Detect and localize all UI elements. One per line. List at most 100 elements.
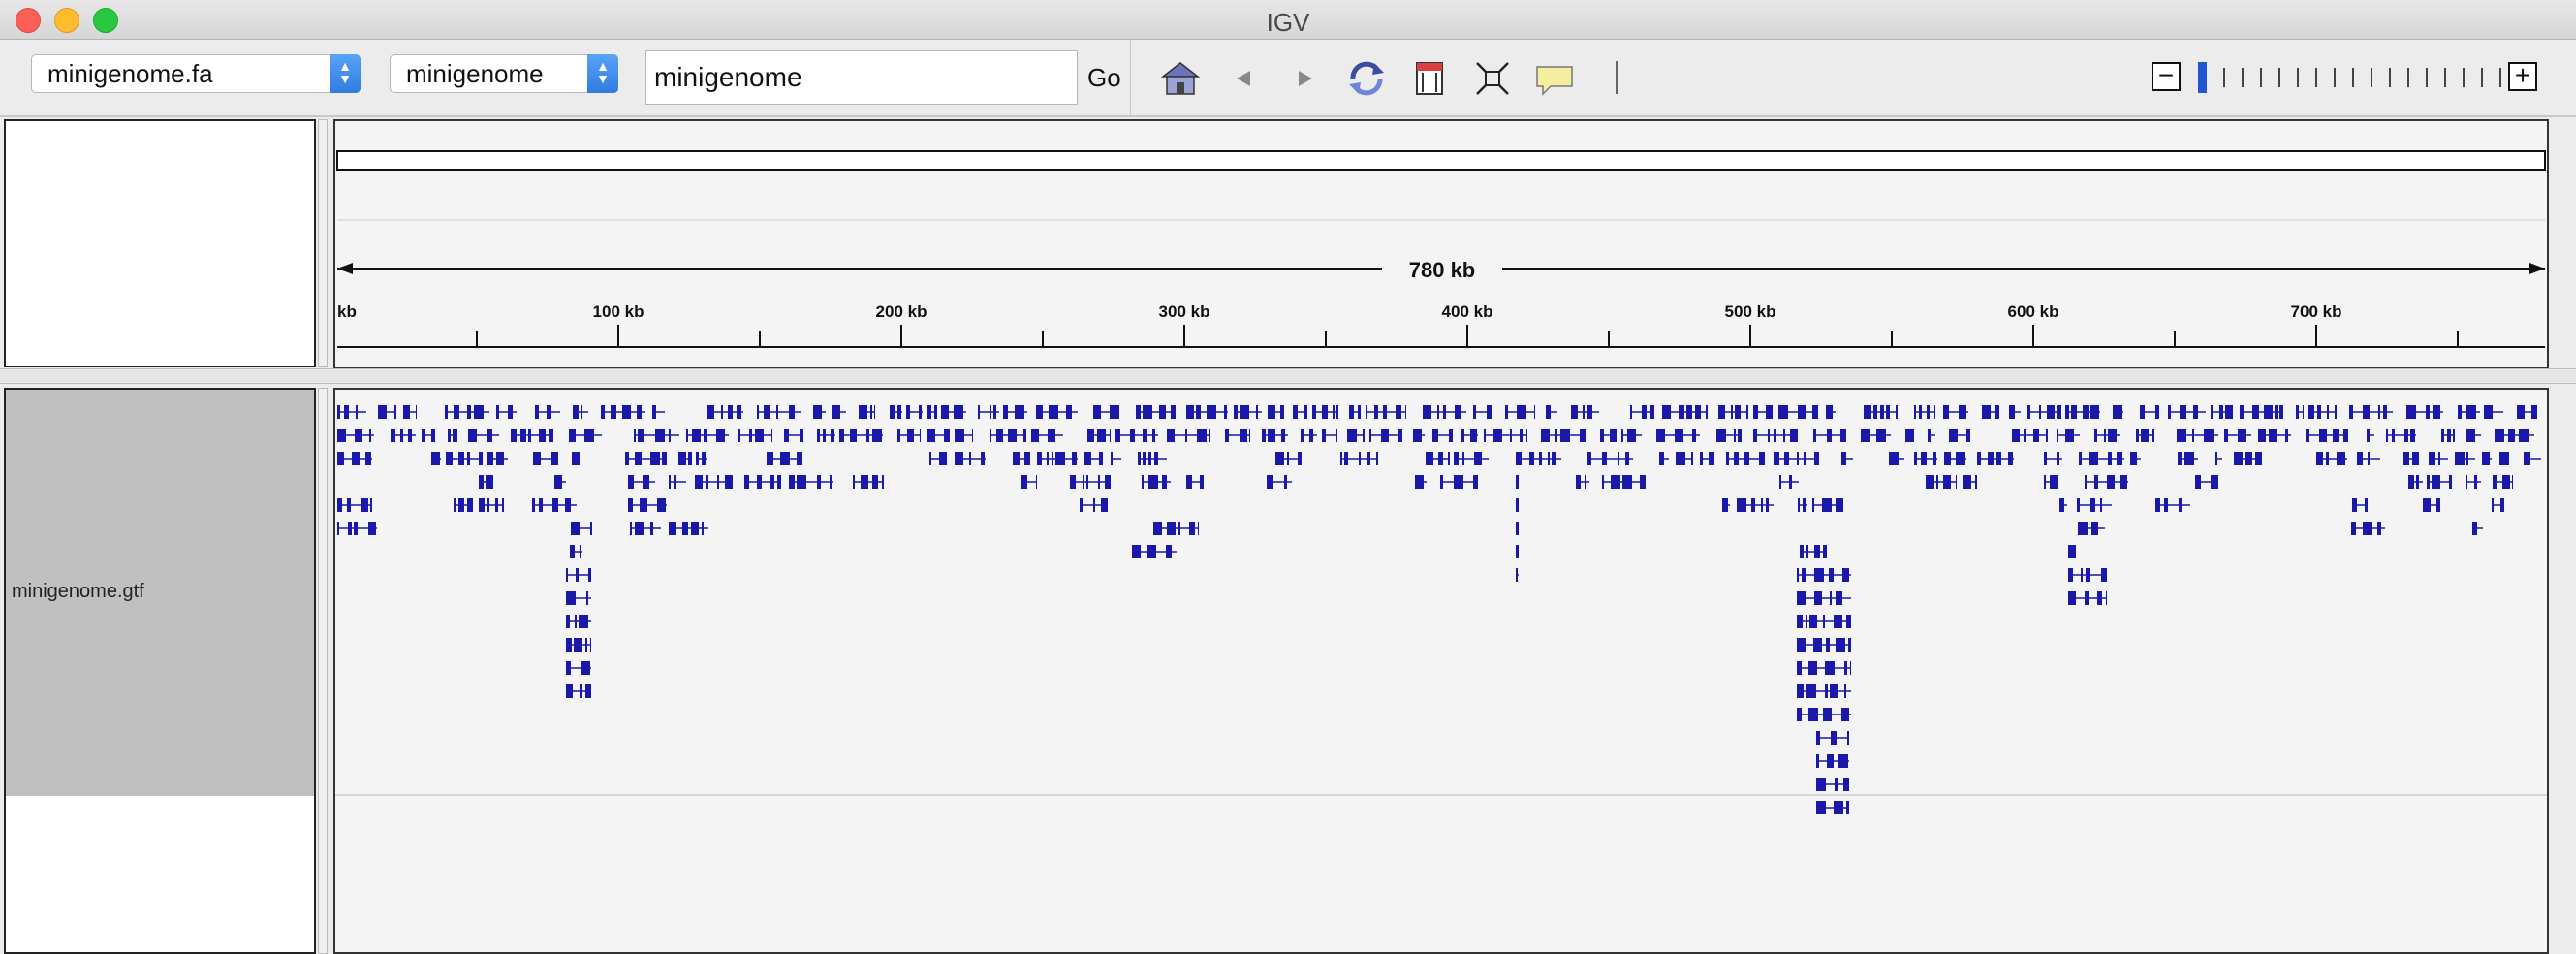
feature-exon bbox=[1008, 429, 1017, 442]
feature-exon bbox=[1928, 429, 1931, 442]
feature-exon bbox=[1080, 498, 1083, 512]
refresh-icon[interactable] bbox=[1345, 57, 1388, 100]
feature-exon bbox=[361, 498, 368, 512]
feature-exon bbox=[348, 522, 352, 535]
feature-exon bbox=[1510, 429, 1512, 442]
feature-exon bbox=[777, 475, 781, 489]
feature-exon bbox=[1166, 545, 1172, 558]
zoom-tick bbox=[2426, 68, 2428, 87]
feature-exon bbox=[511, 429, 517, 442]
feature-exon bbox=[2352, 498, 2357, 512]
feature-exon bbox=[1587, 405, 1592, 419]
feature-exon bbox=[817, 429, 820, 442]
zoom-slider-thumb[interactable] bbox=[2198, 62, 2207, 93]
feature-exon bbox=[573, 405, 579, 419]
feature-exon bbox=[797, 452, 802, 465]
feature-exon bbox=[394, 405, 396, 419]
back-icon[interactable] bbox=[1223, 57, 1266, 100]
window-titlebar: IGV bbox=[0, 0, 2576, 40]
home-icon[interactable] bbox=[1159, 57, 1202, 100]
feature-exon bbox=[2423, 498, 2431, 512]
feature-exon bbox=[2316, 452, 2323, 465]
feature-exon bbox=[1843, 778, 1849, 791]
data-panel[interactable] bbox=[333, 388, 2549, 954]
feature-exon bbox=[1344, 452, 1348, 465]
feature-exon bbox=[2024, 429, 2026, 442]
feature-exon bbox=[1836, 591, 1842, 605]
region-icon[interactable] bbox=[1409, 57, 1452, 100]
feature-exon bbox=[2140, 405, 2145, 419]
feature-exon bbox=[2065, 405, 2069, 419]
feature-exon bbox=[391, 429, 395, 442]
zoom-tick bbox=[2260, 68, 2262, 87]
feature-exon bbox=[1093, 498, 1095, 512]
feature-exon bbox=[1376, 452, 1378, 465]
feature-exon bbox=[2204, 429, 2214, 442]
ruler-panel[interactable]: 780 kb kb 100 kb 200 kb 300 kb 400 kb 50… bbox=[333, 119, 2549, 369]
feature-exon bbox=[570, 545, 575, 558]
feature-exon bbox=[1225, 429, 1229, 442]
feature-exon bbox=[1996, 452, 2001, 465]
zoom-out-button[interactable]: − bbox=[2152, 62, 2181, 91]
zoom-tick bbox=[2389, 68, 2391, 87]
feature-exon bbox=[2240, 405, 2244, 419]
feature-exon bbox=[2308, 405, 2314, 419]
feature-exon bbox=[1934, 405, 1935, 419]
feature-exon bbox=[789, 405, 795, 419]
resize-icon[interactable] bbox=[1471, 57, 1514, 100]
feature-exon bbox=[797, 475, 806, 489]
tick-label: kb bbox=[337, 302, 357, 321]
feature-exon bbox=[1836, 498, 1843, 512]
feature-exon bbox=[2057, 429, 2058, 442]
feature-exon bbox=[1734, 429, 1736, 442]
chromosome-select[interactable]: minigenome ▲ ▼ bbox=[390, 54, 618, 93]
forward-icon[interactable] bbox=[1283, 57, 1326, 100]
feature-exon bbox=[467, 405, 471, 419]
feature-exon bbox=[1808, 708, 1818, 721]
feature-exon bbox=[337, 452, 344, 465]
feature-exon bbox=[1716, 429, 1726, 442]
feature-exon bbox=[2090, 405, 2099, 419]
feature-exon bbox=[1312, 405, 1316, 419]
feature-exon bbox=[458, 498, 464, 512]
feature-exon bbox=[1627, 429, 1636, 442]
panel-splitter[interactable] bbox=[0, 368, 2576, 384]
feature-exon bbox=[2416, 475, 2419, 489]
feature-exon bbox=[1831, 731, 1837, 745]
feature-exon bbox=[996, 429, 1003, 442]
feature-exon bbox=[352, 452, 360, 465]
feature-exon bbox=[454, 405, 459, 419]
feature-exon bbox=[882, 475, 884, 489]
feature-exon bbox=[1847, 731, 1849, 745]
feature-exon bbox=[2211, 405, 2213, 419]
popup-text-icon[interactable] bbox=[1533, 57, 1576, 100]
feature-exon bbox=[1822, 498, 1832, 512]
feature-exon bbox=[1461, 429, 1464, 442]
locus-search-input[interactable]: minigenome bbox=[645, 50, 1078, 105]
genome-select[interactable]: minigenome.fa ▲ ▼ bbox=[31, 54, 361, 93]
feature-exon bbox=[1516, 545, 1519, 558]
feature-exon bbox=[784, 429, 789, 442]
feature-exon bbox=[1956, 452, 1965, 465]
go-button[interactable]: Go bbox=[1087, 63, 1121, 93]
feature-exon bbox=[1583, 405, 1585, 419]
feature-exon bbox=[1896, 405, 1898, 419]
feature-exon bbox=[1840, 429, 1846, 442]
feature-exon bbox=[1383, 405, 1387, 419]
feature-exon bbox=[678, 452, 686, 465]
feature-exon bbox=[2152, 429, 2154, 442]
zoom-in-button[interactable]: + bbox=[2508, 62, 2537, 91]
track-name-label[interactable]: minigenome.gtf bbox=[12, 581, 144, 603]
feature-exon bbox=[1774, 429, 1776, 442]
feature-exon bbox=[1036, 405, 1043, 419]
ruler-line-icon[interactable] bbox=[1616, 61, 1618, 94]
feature-exon bbox=[1949, 429, 1958, 442]
tick-label: 300 kb bbox=[1159, 302, 1210, 321]
feature-exon bbox=[1966, 429, 1970, 442]
feature-exon bbox=[2317, 405, 2321, 419]
feature-exon bbox=[650, 522, 653, 535]
feature-exon bbox=[738, 429, 740, 442]
feature-exon bbox=[1686, 405, 1692, 419]
feature-exon bbox=[635, 452, 642, 465]
feature-exon bbox=[1130, 429, 1135, 442]
